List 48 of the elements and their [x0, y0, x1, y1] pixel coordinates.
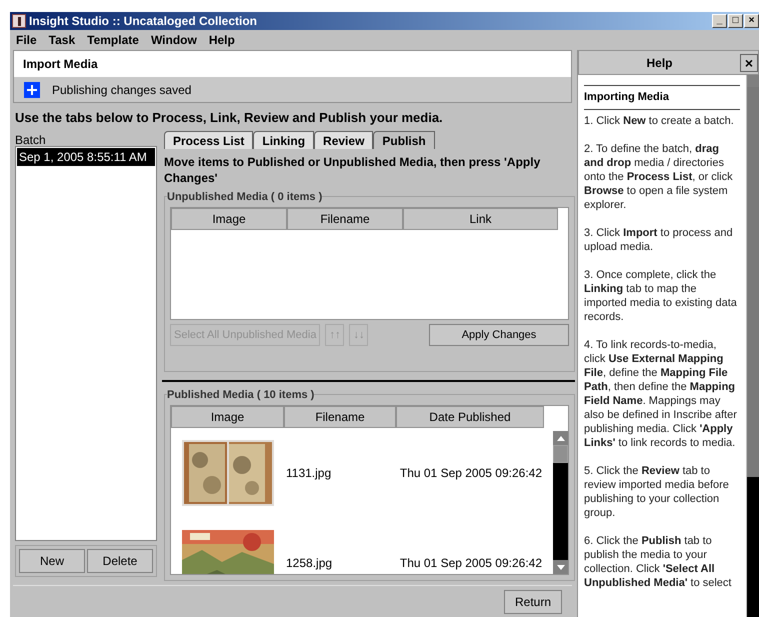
column-header: Filename — [287, 208, 403, 230]
tab[interactable]: Review — [314, 131, 374, 149]
help-paragraph: 2. To define the batch, drag and drop media / directories onto the Process List, or click Browse to open a file system explorer. — [584, 142, 734, 212]
menu-item[interactable]: Template — [87, 31, 139, 49]
batch-item[interactable]: Sep 1, 2005 8:55:11 AM — [17, 148, 155, 166]
help-title: Help — [645, 54, 674, 72]
window-control[interactable]: _ — [712, 14, 727, 28]
tab[interactable]: Publish — [373, 131, 435, 149]
menu-item[interactable]: File — [16, 31, 37, 49]
help-heading: Importing Media — [584, 85, 740, 110]
help-paragraph: 3. Once complete, click the Linking tab to map the imported media to existing data records. — [584, 268, 738, 324]
scroll-bar[interactable] — [553, 431, 568, 574]
column-header: Date Published — [396, 406, 544, 428]
table-cell-text: Thu 01 Sep 2005 09:26:42 — [398, 555, 543, 572]
tab[interactable]: Linking — [253, 131, 314, 149]
panel-title: Import Media — [14, 51, 571, 77]
notice-text: Publishing changes saved — [52, 82, 192, 98]
help-paragraph: 3. Click Import to process and upload media. — [584, 226, 734, 254]
publish-heading: Move items to Published or Unpublished Media, then press 'Apply Changes' — [164, 154, 542, 187]
column-header: Image — [171, 208, 287, 230]
apply-changes-button[interactable]: Apply Changes — [429, 324, 569, 346]
help-paragraph: 5. Click the Review tab to review imported media before publishing to your collection group. — [584, 464, 730, 520]
menu-item[interactable]: Help — [208, 31, 235, 49]
column-header: Image — [171, 406, 284, 428]
table-cell-text: Thu 01 Sep 2005 09:26:42 — [398, 465, 543, 482]
column-header: Filename — [284, 406, 396, 428]
help-paragraph: 6. Click the Publish tab to publish the media to your collection. Click 'Select All Unpublished Media' to select — [584, 534, 732, 590]
window-title: Insight Studio :: Uncataloged Collection — [29, 13, 258, 30]
table-cell-text: 1131.jpg — [285, 465, 332, 482]
menu-item[interactable]: Task — [48, 31, 76, 49]
return-button[interactable]: Return — [504, 590, 562, 614]
close-button[interactable]: × — [740, 54, 758, 72]
app-icon — [12, 14, 26, 28]
group-title: Published Media ( 10 items ) — [167, 387, 314, 404]
menu-item[interactable]: Window — [150, 31, 197, 49]
instructions-text: Use the tabs below to Process, Link, Review and Publish your media. — [14, 109, 444, 127]
window-control[interactable]: × — [744, 14, 759, 28]
scroll-bar[interactable] — [747, 75, 759, 617]
tab[interactable]: Process List — [164, 131, 254, 149]
batch-button[interactable]: Delete — [87, 549, 153, 573]
batch-button[interactable]: New — [19, 549, 85, 573]
window-control[interactable]: □ — [728, 14, 743, 28]
column-header: Link — [403, 208, 558, 230]
plus-icon — [24, 82, 40, 98]
batch-label: Batch — [15, 132, 47, 146]
table-cell-text: 1258.jpg — [285, 555, 334, 572]
help-paragraph: 4. To link records-to-media, click Use External Mapping File, define the Mapping File Path, then define the Mapping Field Name. Mappings may also be defined in Inscribe after publishing media. Click 'Apply Links' to link records to media. — [584, 338, 738, 450]
help-paragraph: 1. Click New to create a batch. — [584, 114, 735, 128]
